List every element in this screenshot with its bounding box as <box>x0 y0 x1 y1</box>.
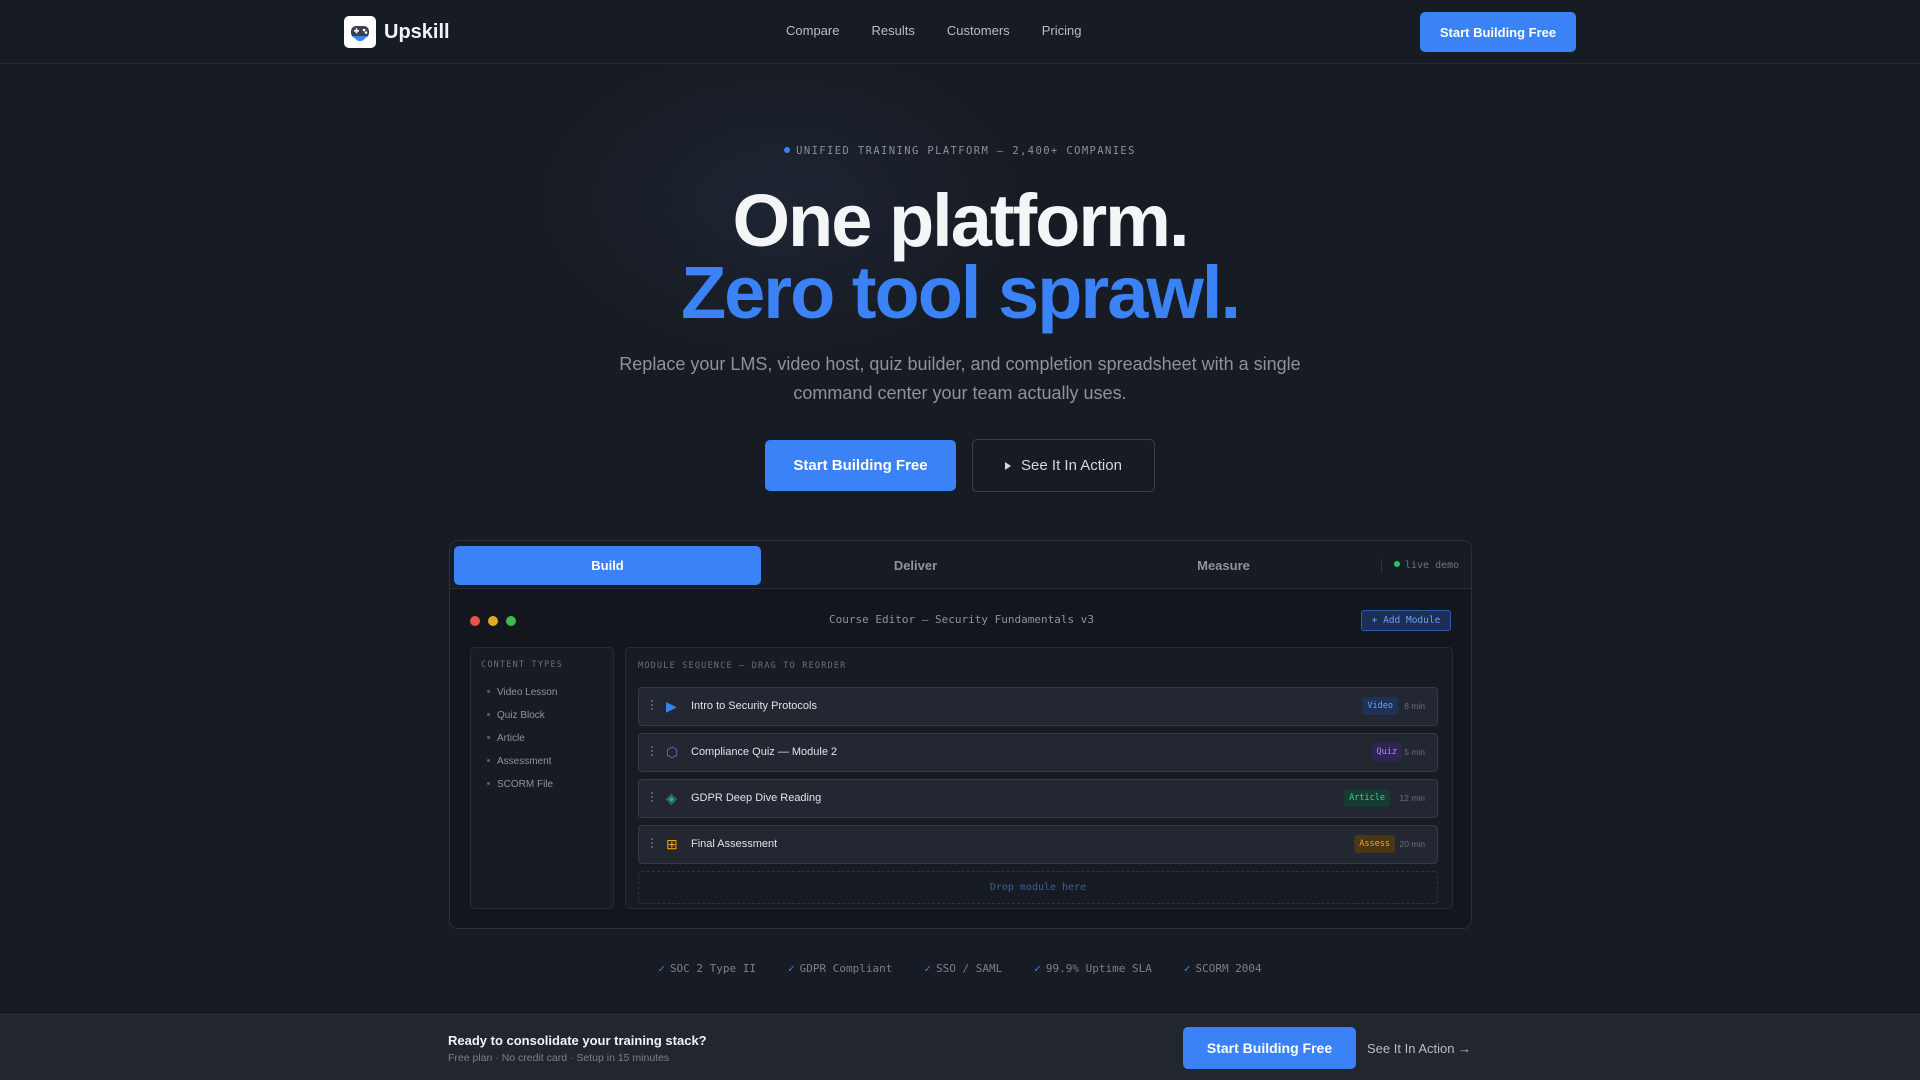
trust-badges: ✓ SOC 2 Type II ✓ GDPR Compliant ✓ SSO / SA… <box>0 962 1920 975</box>
module-type-badge: Assess <box>1354 835 1395 853</box>
check-icon: ✓ <box>788 962 795 975</box>
hexagon-icon: ⬡ <box>666 744 679 760</box>
module-type-badge: Video <box>1362 697 1398 715</box>
nav-link-compare[interactable]: Compare <box>786 23 839 38</box>
check-icon: ✓ <box>924 962 931 975</box>
module-sequence-heading: MODULE SEQUENCE — DRAG TO REORDER <box>638 661 847 671</box>
top-nav: Upskill Compare Results Customers Pricin… <box>0 0 1920 64</box>
module-type-badge: Article <box>1344 789 1390 807</box>
live-demo-label: live demo <box>1405 560 1460 571</box>
cta-bar-start-building-button[interactable]: Start Building Free <box>1183 1027 1356 1069</box>
hero-headline-line-2: Zero tool sprawl. <box>680 251 1241 334</box>
hero-subtitle: Replace your LMS, video host, quiz build… <box>619 354 1301 403</box>
content-type-scorm-file[interactable]: SCORM File <box>487 778 557 801</box>
brand-name: Upskill <box>384 20 450 43</box>
tab-build[interactable]: Build <box>454 546 761 585</box>
drag-handle-icon[interactable] <box>651 792 654 806</box>
sticky-cta-bar: Ready to consolidate your training stack… <box>0 1014 1920 1080</box>
hero-start-building-button[interactable]: Start Building Free <box>765 440 956 491</box>
hero-see-in-action-button[interactable]: See It In Action <box>972 439 1155 492</box>
trust-badge-label: SSO / SAML <box>936 962 1003 975</box>
hero-headline-line-1: One platform. <box>732 179 1189 262</box>
eyebrow-dot <box>784 147 791 153</box>
live-demo-indicator: live demo <box>1381 559 1459 573</box>
module-sequence-panel: MODULE SEQUENCE — DRAG TO REORDER ▶ Intro… <box>625 647 1453 909</box>
drop-zone[interactable]: Drop module here <box>638 871 1438 904</box>
diamond-icon: ◈ <box>666 790 677 806</box>
trust-badge-label: 99.9% Uptime SLA <box>1045 962 1152 975</box>
trust-badge-label: GDPR Compliant <box>799 962 893 975</box>
module-duration: 12 min <box>1399 793 1425 803</box>
trust-badge: ✓ SCORM 2004 <box>1184 962 1262 975</box>
tab-measure[interactable]: Measure <box>1070 546 1377 585</box>
module-duration: 5 min <box>1404 747 1425 757</box>
module-row[interactable]: ⊞ Final Assessment Assess 20 min <box>638 825 1438 864</box>
nav-link-pricing[interactable]: Pricing <box>1042 23 1082 38</box>
hero-eyebrow: UNIFIED TRAINING PLATFORM — 2,400+ COMPA… <box>0 145 1920 157</box>
editor-title: Course Editor — Security Fundamentals v3 <box>829 613 1094 626</box>
trust-badge-label: SCORM 2004 <box>1195 962 1262 975</box>
content-type-video-lesson[interactable]: Video Lesson <box>487 686 557 709</box>
module-name: Final Assessment <box>691 838 778 850</box>
cta-bar-subtitle: Free plan · No credit card · Setup in 15… <box>448 1052 670 1064</box>
live-dot-icon <box>1394 561 1400 567</box>
module-type-badge: Quiz <box>1371 743 1402 761</box>
see-in-action-label: See It In Action <box>1021 457 1122 474</box>
cta-bar-title: Ready to consolidate your training stack… <box>448 1033 707 1048</box>
brand-logo[interactable]: Upskill <box>344 16 450 48</box>
gamepad-icon <box>344 16 376 48</box>
demo-tabs: Build Deliver Measure live demo <box>450 541 1471 589</box>
drag-handle-icon[interactable] <box>651 700 654 714</box>
nav-start-building-button[interactable]: Start Building Free <box>1420 12 1576 52</box>
content-type-assessment[interactable]: Assessment <box>487 755 557 778</box>
trust-badge: ✓ 99.9% Uptime SLA <box>1034 962 1152 975</box>
module-duration: 20 min <box>1399 839 1425 849</box>
module-name: Intro to Security Protocols <box>691 700 817 712</box>
check-icon: ✓ <box>658 962 665 975</box>
content-type-quiz-block[interactable]: Quiz Block <box>487 709 557 732</box>
nav-link-customers[interactable]: Customers <box>947 23 1010 38</box>
module-duration: 8 min <box>1404 701 1425 711</box>
content-type-article[interactable]: Article <box>487 732 557 755</box>
play-icon: ▶ <box>666 698 677 714</box>
module-row[interactable]: ◈ GDPR Deep Dive Reading Article 12 min <box>638 779 1438 818</box>
module-name: Compliance Quiz — Module 2 <box>691 746 838 758</box>
trust-badge-label: SOC 2 Type II <box>669 962 757 975</box>
drag-handle-icon[interactable] <box>651 746 654 760</box>
module-name: GDPR Deep Dive Reading <box>691 792 822 804</box>
add-module-button[interactable]: + Add Module <box>1361 610 1451 631</box>
trust-badge: ✓ GDPR Compliant <box>788 962 892 975</box>
module-row[interactable]: ▶ Intro to Security Protocols Video 8 min <box>638 687 1438 726</box>
content-types-list: Video Lesson Quiz Block Article Assessme… <box>487 686 557 801</box>
tab-deliver[interactable]: Deliver <box>762 546 1069 585</box>
trust-badge: ✓ SOC 2 Type II <box>658 962 756 975</box>
check-icon: ✓ <box>1183 962 1191 975</box>
product-demo: Build Deliver Measure live demo Course E… <box>449 540 1472 929</box>
play-icon <box>1005 461 1012 470</box>
nav-links: Compare Results Customers Pricing <box>786 23 1081 38</box>
eyebrow-text: UNIFIED TRAINING PLATFORM — 2,400+ COMPA… <box>796 145 1136 157</box>
module-row[interactable]: ⬡ Compliance Quiz — Module 2 Quiz 5 min <box>638 733 1438 772</box>
check-icon: ✓ <box>1034 962 1041 975</box>
grid-icon: ⊞ <box>666 836 678 852</box>
content-types-heading: CONTENT TYPES <box>481 660 564 670</box>
cta-bar-see-in-action-link[interactable]: See It In Action → <box>1367 1041 1471 1056</box>
drag-handle-icon[interactable] <box>651 838 654 852</box>
content-types-panel: CONTENT TYPES Video Lesson Quiz Block Ar… <box>470 647 614 909</box>
nav-link-results[interactable]: Results <box>871 23 914 38</box>
trust-badge: ✓ SSO / SAML <box>924 962 1002 975</box>
